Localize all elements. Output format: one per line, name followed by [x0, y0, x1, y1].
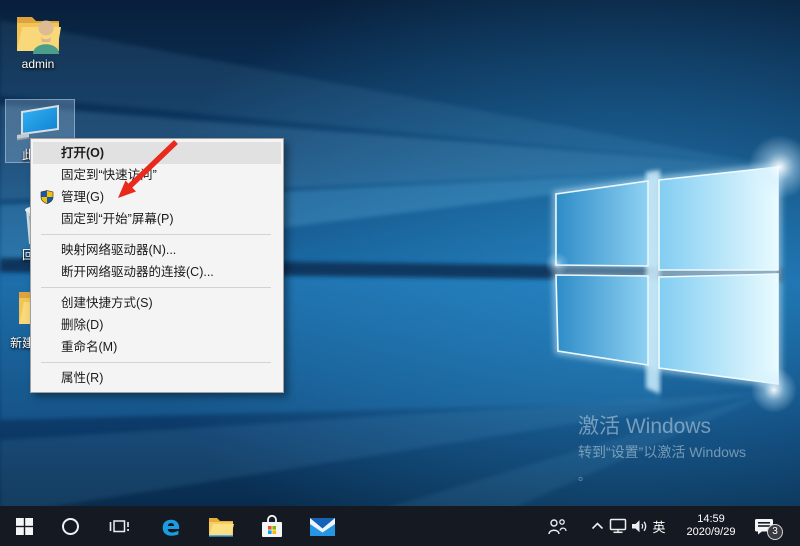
edge-button[interactable]: e — [155, 506, 187, 546]
clock[interactable]: 14:59 2020/9/29 — [678, 506, 744, 546]
user-folder-icon — [17, 17, 61, 54]
desktop-icon-this-pc[interactable] — [14, 103, 64, 141]
desktop-icon-admin-label: admin — [21, 57, 55, 71]
menu-item-pin-to-start[interactable]: 固定到“开始”屏幕(P) — [33, 208, 281, 230]
people-button[interactable] — [546, 506, 568, 546]
mail-button[interactable] — [305, 506, 339, 546]
people-icon — [547, 518, 567, 534]
uac-shield-icon — [40, 190, 54, 204]
watermark-subtitle: 转到“设置”以激活 Windows — [578, 444, 747, 460]
windows-logo-icon — [15, 517, 33, 535]
clock-date: 2020/9/29 — [686, 526, 736, 538]
menu-item-rename[interactable]: 重命名(M) — [33, 336, 281, 358]
file-explorer-button[interactable] — [205, 506, 237, 546]
cortana-icon — [61, 517, 79, 535]
tray-chevron-button[interactable] — [589, 506, 605, 546]
context-menu: 打开(O) 固定到“快速访问” 管理(G) 固定到“开始”屏幕(P) 映射网络驱… — [30, 138, 284, 393]
chevron-up-icon — [591, 522, 603, 530]
start-button[interactable] — [8, 506, 40, 546]
task-view-button[interactable] — [103, 506, 135, 546]
menu-separator — [41, 287, 271, 288]
ime-indicator[interactable]: 英 — [649, 506, 669, 546]
menu-item-open[interactable]: 打开(O) — [33, 142, 281, 164]
activation-watermark: 激活 Windows 转到“设置”以激活 Windows 。 — [578, 415, 746, 483]
monitor-icon — [17, 104, 59, 141]
menu-item-delete[interactable]: 删除(D) — [33, 314, 281, 336]
store-button[interactable] — [256, 506, 288, 546]
network-icon — [609, 518, 627, 534]
task-view-icon — [109, 519, 129, 532]
menu-item-pin-to-quick-access[interactable]: 固定到“快速访问” — [33, 164, 281, 186]
mail-icon — [309, 517, 335, 536]
desktop-icon-admin[interactable] — [15, 10, 61, 54]
menu-separator — [41, 234, 271, 235]
notification-badge: 3 — [767, 524, 783, 540]
edge-icon: e — [161, 509, 181, 542]
menu-item-manage[interactable]: 管理(G) — [33, 186, 281, 208]
volume-button[interactable] — [629, 506, 649, 546]
menu-item-map-network-drive[interactable]: 映射网络驱动器(N)... — [33, 239, 281, 261]
menu-item-create-shortcut[interactable]: 创建快捷方式(S) — [33, 292, 281, 314]
search-button[interactable] — [54, 506, 86, 546]
show-desktop-button[interactable] — [790, 506, 800, 546]
desktop: admin 此电脑 回收站 — [0, 0, 800, 546]
menu-item-properties[interactable]: 属性(R) — [33, 367, 281, 389]
network-button[interactable] — [607, 506, 629, 546]
watermark-footnote: 。 — [578, 468, 592, 483]
watermark-title: 激活 Windows — [578, 415, 712, 438]
clock-time: 14:59 — [697, 512, 725, 525]
menu-separator — [41, 362, 271, 363]
ime-label: 英 — [652, 519, 666, 535]
speaker-icon — [631, 519, 646, 532]
store-icon — [262, 514, 282, 537]
menu-item-disconnect-network-drive[interactable]: 断开网络驱动器的连接(C)... — [33, 261, 281, 283]
file-explorer-icon — [209, 517, 234, 537]
taskbar: e 英 14:59 2020/9/29 — [0, 506, 800, 546]
